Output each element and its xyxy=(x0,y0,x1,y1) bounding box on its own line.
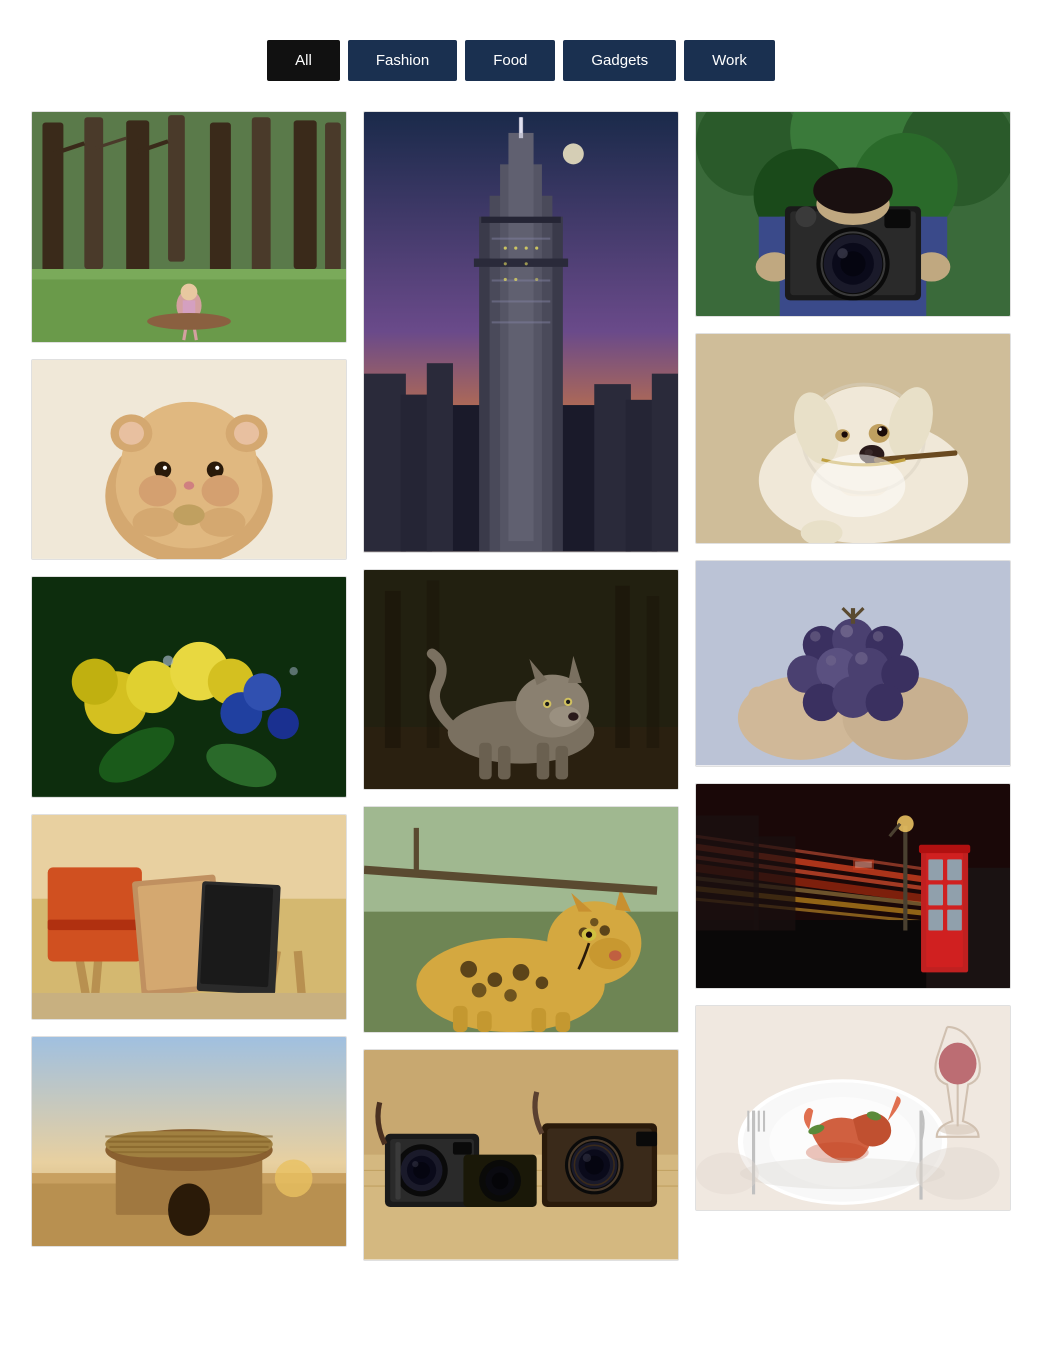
column-3 xyxy=(695,111,1011,1261)
photo-card-london-night[interactable] xyxy=(695,783,1011,989)
photo-card-flowers[interactable] xyxy=(31,576,347,798)
filter-gadgets[interactable]: Gadgets xyxy=(563,40,676,81)
photo-card-cameras-vintage[interactable] xyxy=(363,1049,679,1260)
filter-work[interactable]: Work xyxy=(684,40,775,81)
filter-bar: All Fashion Food Gadgets Work xyxy=(20,40,1022,81)
photo-card-grapes[interactable] xyxy=(695,560,1011,766)
photo-card-shrimp-dish[interactable] xyxy=(695,1005,1011,1211)
column-1 xyxy=(31,111,347,1261)
photo-card-white-dog[interactable] xyxy=(695,333,1011,544)
photo-card-wolf[interactable] xyxy=(363,569,679,791)
photo-card-camera-man[interactable] xyxy=(695,111,1011,317)
photo-card-hut[interactable] xyxy=(31,1036,347,1247)
filter-all[interactable]: All xyxy=(267,40,340,81)
photo-card-empire-state[interactable] xyxy=(363,111,679,553)
photo-card-hamster[interactable] xyxy=(31,359,347,560)
photo-card-cheetah[interactable] xyxy=(363,806,679,1033)
filter-food[interactable]: Food xyxy=(465,40,555,81)
filter-fashion[interactable]: Fashion xyxy=(348,40,457,81)
photo-card-desk[interactable] xyxy=(31,814,347,1020)
column-2 xyxy=(363,111,679,1261)
photo-card-forest-girl[interactable] xyxy=(31,111,347,343)
photo-grid xyxy=(31,111,1011,1261)
